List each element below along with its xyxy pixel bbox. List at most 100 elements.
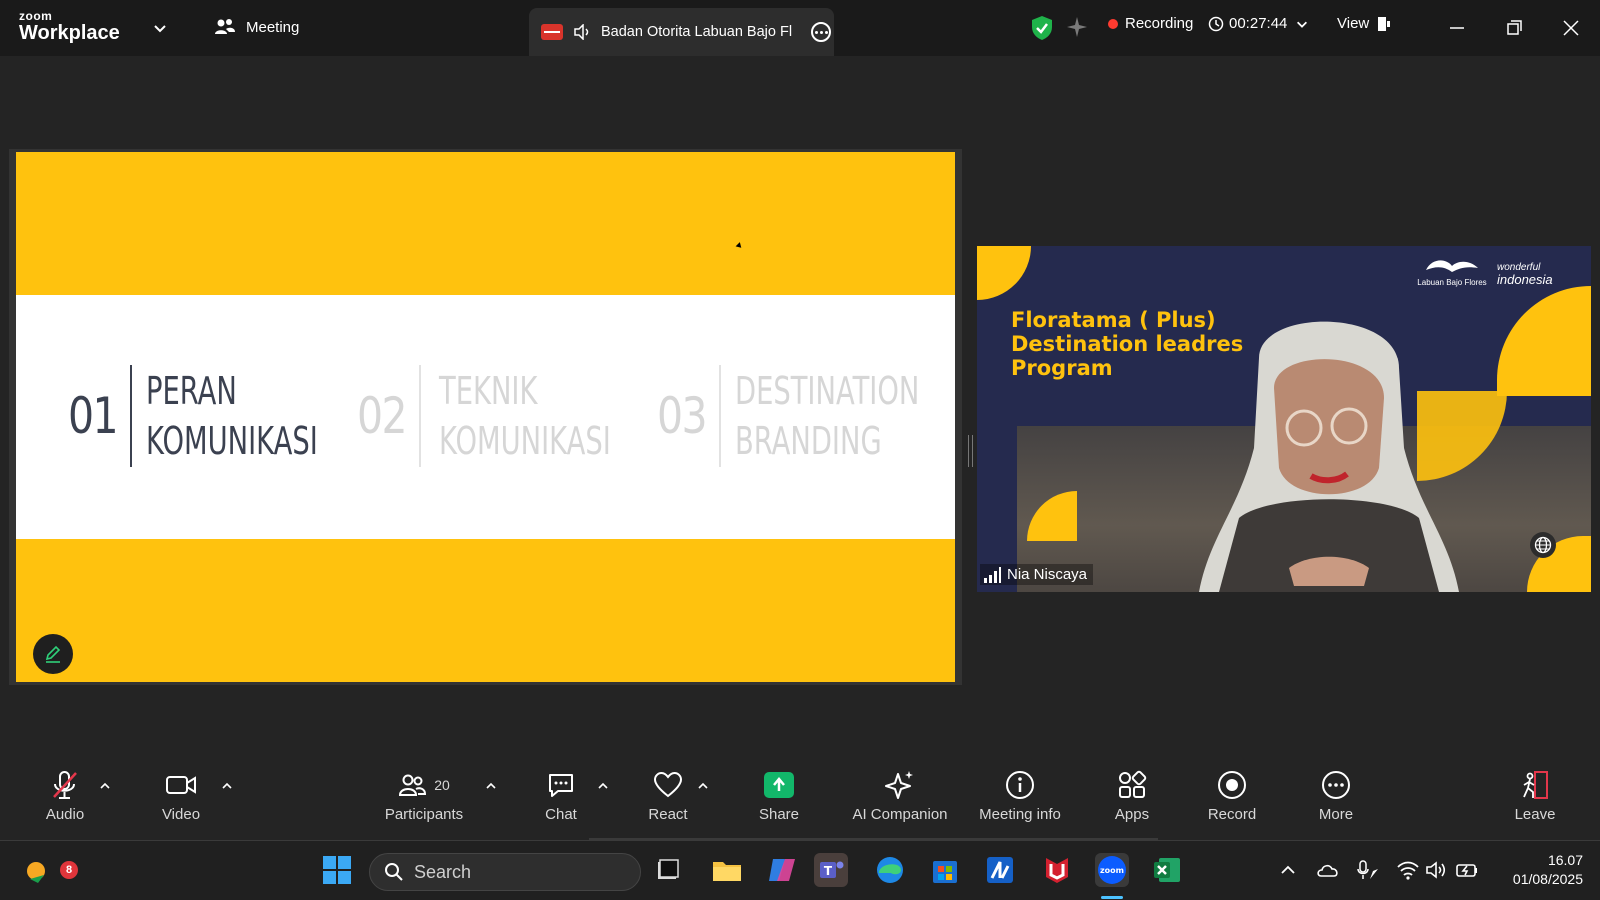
section-title-line1: DESTINATION bbox=[735, 369, 920, 413]
section-number: 01 bbox=[68, 387, 119, 445]
chat-button[interactable]: Chat bbox=[506, 768, 616, 823]
decor-shape bbox=[1497, 286, 1591, 396]
shield-check-icon[interactable] bbox=[1030, 15, 1054, 41]
microsoft-store-icon[interactable] bbox=[928, 853, 962, 887]
meeting-info-button[interactable]: Meeting info bbox=[960, 768, 1080, 823]
notification-badge: 8 bbox=[60, 861, 78, 879]
onedrive-cloud-icon[interactable] bbox=[1316, 859, 1340, 881]
microphone-location-icon[interactable] bbox=[1356, 859, 1380, 881]
brand-big: Workplace bbox=[19, 22, 120, 44]
system-clock[interactable]: 16.07 01/08/2025 bbox=[1495, 851, 1583, 889]
signal-strength-icon bbox=[984, 566, 1001, 583]
meeting-menu-button[interactable]: Meeting bbox=[214, 18, 299, 36]
participant-name-tag: Nia Niscaya bbox=[980, 564, 1094, 585]
teams-icon[interactable]: T bbox=[814, 853, 848, 887]
shared-slide[interactable]: 01 PERAN KOMUNIKASI 02 TEKNIK KOMUNIKASI… bbox=[16, 152, 955, 682]
slide-section-3: 03 DESTINATION BRANDING bbox=[657, 365, 991, 467]
indonesia-text: indonesia bbox=[1497, 272, 1553, 287]
chat-options-caret-icon[interactable] bbox=[597, 780, 609, 792]
timer-value: 00:27:44 bbox=[1229, 15, 1288, 32]
section-title: PERAN KOMUNIKASI bbox=[146, 366, 318, 466]
react-button[interactable]: React bbox=[613, 768, 723, 823]
volume-icon[interactable] bbox=[1424, 859, 1448, 881]
remote-app-icon[interactable] bbox=[983, 853, 1017, 887]
react-options-caret-icon[interactable] bbox=[697, 780, 709, 792]
share-tab-title: Badan Otorita Labuan Bajo Fl bbox=[601, 24, 793, 40]
leave-door-icon bbox=[1523, 771, 1548, 799]
more-options-icon[interactable] bbox=[811, 22, 831, 42]
share-screen-button[interactable]: Share bbox=[724, 768, 834, 823]
wifi-icon[interactable] bbox=[1396, 859, 1420, 881]
leave-button[interactable]: Leave bbox=[1485, 768, 1585, 823]
meeting-timer[interactable]: 00:27:44 bbox=[1208, 15, 1309, 32]
section-divider bbox=[130, 365, 132, 467]
video-button[interactable]: Video bbox=[126, 768, 236, 823]
chevron-down-icon[interactable] bbox=[152, 20, 168, 36]
record-button[interactable]: Record bbox=[1177, 768, 1287, 823]
microphone-muted-icon bbox=[53, 771, 77, 799]
screen-share-tab[interactable]: Badan Otorita Labuan Bajo Fl bbox=[529, 8, 834, 56]
copilot-icon[interactable] bbox=[765, 853, 799, 887]
audio-label: Audio bbox=[45, 806, 85, 823]
zoom-app-icon[interactable]: zoom bbox=[1095, 853, 1129, 887]
view-button[interactable]: View bbox=[1337, 15, 1391, 32]
participants-options-caret-icon[interactable] bbox=[485, 780, 497, 792]
translation-globe-button[interactable] bbox=[1530, 532, 1556, 558]
ai-companion-sparkle-icon bbox=[885, 771, 913, 799]
view-label: View bbox=[1337, 15, 1370, 32]
recording-indicator[interactable]: Recording bbox=[1108, 15, 1193, 32]
participant-person bbox=[1199, 321, 1459, 592]
show-hidden-icons-chevron-icon[interactable] bbox=[1276, 859, 1300, 881]
participants-button[interactable]: 20 Participants bbox=[369, 768, 479, 823]
clock-time: 16.07 bbox=[1547, 852, 1583, 868]
minimize-icon[interactable] bbox=[1443, 14, 1471, 42]
annotate-pencil-button[interactable] bbox=[33, 634, 73, 674]
participant-video-tile[interactable]: Floratama ( Plus) Destination leadres Pr… bbox=[977, 246, 1591, 592]
battery-charging-icon[interactable] bbox=[1455, 859, 1479, 881]
chat-label: Chat bbox=[545, 806, 577, 823]
section-title-line2: KOMUNIKASI bbox=[439, 419, 611, 463]
active-app-indicator bbox=[1101, 896, 1123, 899]
share-label: Share bbox=[758, 806, 800, 823]
restore-icon[interactable] bbox=[1500, 14, 1528, 42]
more-button[interactable]: More bbox=[1281, 768, 1391, 823]
svg-text:zoom: zoom bbox=[1100, 866, 1124, 875]
ai-sparkle-icon[interactable] bbox=[1065, 15, 1089, 39]
ai-companion-label: AI Companion bbox=[852, 806, 948, 823]
meeting-toolbar: Audio Video 20 Participants Chat React S… bbox=[0, 768, 1600, 840]
edge-browser-icon[interactable] bbox=[873, 853, 907, 887]
search-placeholder: Search bbox=[414, 861, 472, 882]
section-title-line1: TEKNIK bbox=[439, 369, 538, 413]
record-icon bbox=[1218, 771, 1246, 799]
weather-widget[interactable]: 8 bbox=[20, 853, 78, 889]
zoom-workplace-logo[interactable]: zoom Workplace bbox=[19, 10, 120, 43]
apps-button[interactable]: Apps bbox=[1077, 768, 1187, 823]
labuan-bajo-logo-text: Labuan Bajo Flores bbox=[1417, 278, 1487, 287]
share-arrow-icon bbox=[764, 772, 794, 798]
close-icon[interactable] bbox=[1557, 14, 1585, 42]
file-explorer-icon[interactable] bbox=[710, 853, 744, 887]
slide-white-band: 01 PERAN KOMUNIKASI 02 TEKNIK KOMUNIKASI… bbox=[16, 295, 955, 539]
audio-button[interactable]: Audio bbox=[10, 768, 120, 823]
wonderful-indonesia-logo: wonderful indonesia bbox=[1497, 262, 1553, 286]
meeting-info-label: Meeting info bbox=[979, 806, 1061, 823]
labuan-bajo-logo: Labuan Bajo Flores bbox=[1417, 254, 1487, 287]
section-title-line2: BRANDING bbox=[735, 419, 882, 463]
video-label: Video bbox=[161, 806, 201, 823]
excel-icon[interactable] bbox=[1150, 853, 1184, 887]
taskbar-search-box[interactable]: Search bbox=[369, 853, 641, 891]
audio-options-caret-icon[interactable] bbox=[99, 780, 111, 792]
info-icon bbox=[1006, 771, 1034, 799]
title-bar: zoom Workplace Meeting Badan Otorita Lab… bbox=[0, 0, 1600, 56]
panel-resize-handle[interactable] bbox=[968, 435, 973, 467]
search-icon bbox=[385, 863, 403, 881]
section-divider bbox=[719, 365, 721, 467]
ai-companion-button[interactable]: AI Companion bbox=[835, 768, 965, 823]
video-options-caret-icon[interactable] bbox=[221, 780, 233, 792]
section-divider bbox=[419, 365, 421, 467]
heart-icon bbox=[653, 771, 683, 798]
windows-start-icon[interactable] bbox=[320, 853, 354, 887]
speaker-icon[interactable] bbox=[573, 24, 591, 40]
mcafee-icon[interactable] bbox=[1040, 853, 1074, 887]
task-view-icon[interactable] bbox=[651, 853, 685, 887]
